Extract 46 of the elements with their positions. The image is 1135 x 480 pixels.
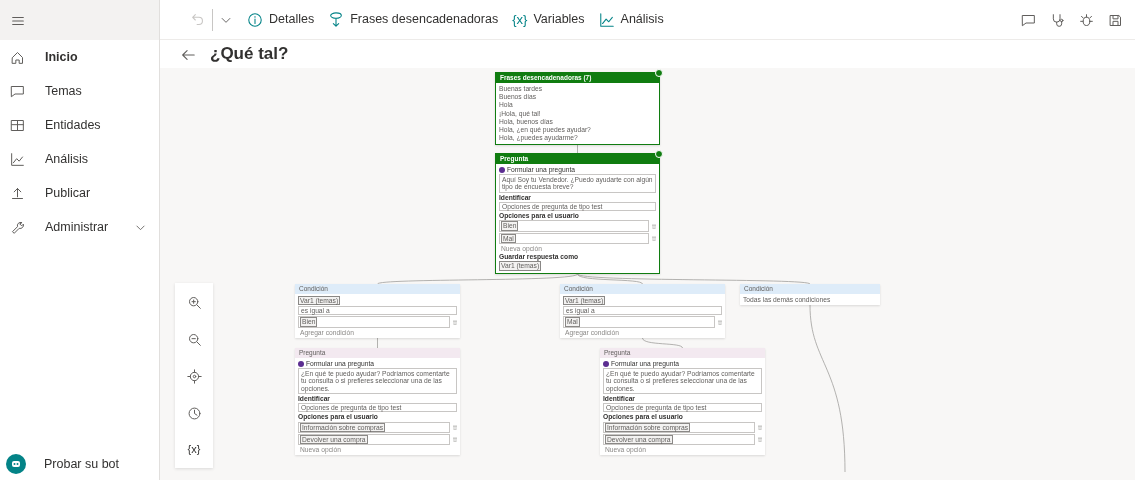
upload-icon [10, 185, 25, 201]
sidebar-item[interactable]: Publicar [0, 176, 159, 210]
chart-icon [10, 151, 25, 167]
grid-icon [10, 117, 25, 133]
variables-icon: {x} [512, 9, 528, 30]
toolbar-button[interactable]: Análisis [598, 10, 664, 29]
page-title: ¿Qué tal? [210, 43, 289, 66]
chat-icon [10, 83, 25, 99]
connector-line [377, 337, 378, 349]
bug-button[interactable] [1079, 11, 1094, 28]
check-badge [655, 150, 663, 158]
info-icon [247, 11, 263, 28]
zoom-out-icon [186, 331, 202, 347]
wrench-icon [10, 219, 25, 235]
toolbar-button[interactable]: Frases desencadenadoras [328, 10, 499, 29]
history-icon [186, 405, 202, 421]
sidebar-item[interactable]: Entidades [0, 108, 159, 142]
flow-node[interactable] [495, 153, 660, 274]
connector-line [577, 144, 578, 154]
zoom-in-icon [186, 294, 202, 310]
status-dot [298, 360, 304, 367]
home-icon [10, 49, 25, 65]
save-icon [1108, 12, 1123, 28]
sidebar-item[interactable]: Administrar [0, 210, 159, 244]
sidebar-item[interactable]: Inicio [0, 40, 159, 74]
chart-icon [598, 11, 615, 28]
status-dot [499, 166, 505, 173]
test-bot-link[interactable]: Probar su bot [44, 454, 120, 474]
sidebar-item[interactable]: Temas [0, 74, 159, 108]
target-button[interactable] [186, 367, 202, 384]
history-button[interactable] [186, 404, 202, 421]
variables-button[interactable]: {x} [187, 441, 201, 458]
sidebar-item[interactable]: Análisis [0, 142, 159, 176]
stethoscope-icon [1050, 12, 1065, 28]
status-dot [603, 360, 609, 367]
flow-node[interactable] [600, 348, 765, 456]
chat-icon [1021, 12, 1036, 28]
bot-avatar [6, 454, 26, 474]
flow-node[interactable] [295, 348, 460, 456]
toolbar-button[interactable]: {x} Variables [512, 9, 585, 30]
stethoscope-button[interactable] [1050, 11, 1065, 28]
target-icon [186, 368, 202, 384]
trigger-icon [328, 11, 345, 28]
connector-line [642, 337, 683, 349]
bug-icon [1079, 12, 1094, 28]
toolbar-button[interactable]: Detalles [247, 10, 315, 29]
